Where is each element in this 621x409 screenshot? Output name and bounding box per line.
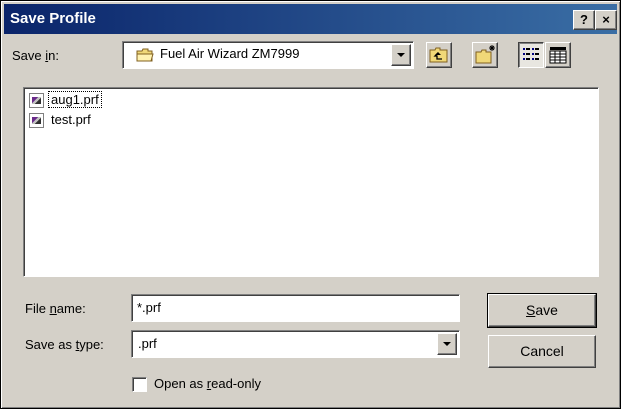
details-view-button[interactable] [545, 42, 571, 68]
close-button[interactable]: × [595, 10, 617, 30]
help-button[interactable]: ? [573, 10, 595, 30]
save-as-type-dropdown-arrow[interactable] [437, 333, 457, 355]
save-in-label: Save in: [12, 48, 59, 63]
save-as-type-value: .prf [138, 336, 157, 351]
save-in-value: Fuel Air Wizard ZM7999 [160, 46, 300, 61]
up-one-level-button[interactable] [426, 42, 452, 68]
save-in-dropdown[interactable]: Fuel Air Wizard ZM7999 [122, 41, 414, 69]
file-name: aug1.prf [48, 91, 102, 108]
open-as-read-only-checkbox[interactable] [132, 377, 147, 392]
list-view-button[interactable] [518, 42, 544, 68]
save-in-dropdown-arrow[interactable] [391, 44, 411, 66]
create-new-folder-button[interactable] [472, 42, 498, 68]
file-name-value: *.prf [137, 300, 161, 315]
title-bar[interactable]: Save Profile ? × [4, 4, 617, 34]
cancel-button[interactable]: Cancel [488, 335, 596, 368]
save-profile-dialog: Save Profile ? × Save in: Fuel Air Wizar… [0, 0, 621, 409]
profile-file-icon [29, 93, 44, 108]
folder-icon [136, 48, 154, 62]
up-one-level-icon [429, 47, 448, 63]
save-as-type-dropdown[interactable]: .prf [131, 330, 460, 358]
open-as-read-only-label[interactable]: Open as read-only [154, 376, 261, 391]
save-button[interactable]: Save [487, 293, 597, 328]
file-name-label: File name: [25, 301, 86, 316]
profile-file-icon [29, 113, 44, 128]
window-title: Save Profile [10, 10, 96, 27]
create-new-folder-icon [475, 45, 495, 64]
details-view-icon [549, 47, 567, 64]
save-as-type-label: Save as type: [25, 337, 104, 352]
file-name: test.prf [51, 112, 91, 127]
file-name-field[interactable]: *.prf [131, 294, 460, 322]
file-list[interactable]: aug1.prf test.prf [23, 87, 599, 277]
list-view-icon [523, 48, 539, 60]
